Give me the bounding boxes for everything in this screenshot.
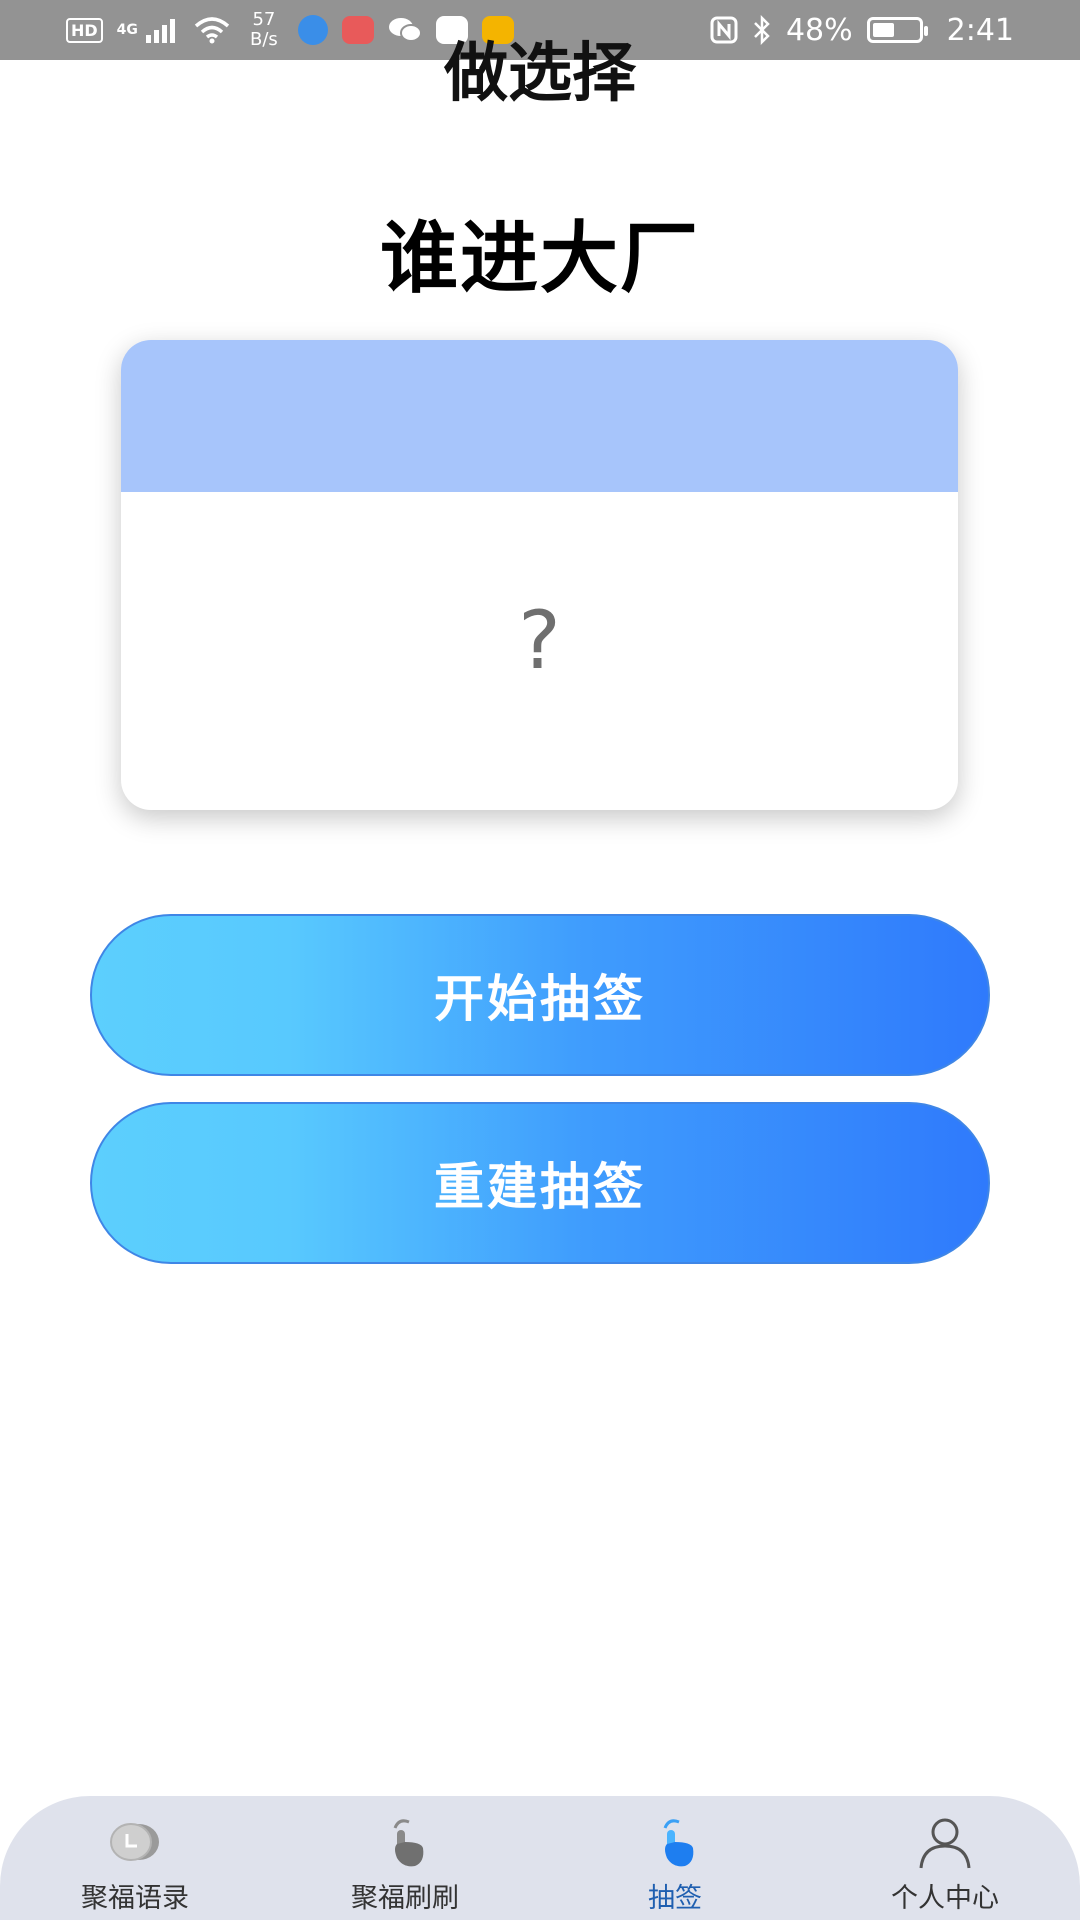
result-card: ? <box>121 340 958 810</box>
tab-profile[interactable]: 个人中心 <box>810 1796 1080 1920</box>
result-card-header <box>121 340 958 492</box>
page-title: 做选择 <box>444 37 636 111</box>
rebuild-draw-button[interactable]: 重建抽签 <box>90 1102 990 1264</box>
tap-hand-icon <box>663 1819 694 1867</box>
tab-label: 聚福语录 <box>81 1883 189 1914</box>
bottom-tab-bar: 聚福语录 聚福刷刷 抽签 个人中心 <box>0 1796 1080 1920</box>
user-icon <box>919 1818 971 1869</box>
draw-result: ? <box>518 593 561 687</box>
tab-label: 个人中心 <box>891 1883 999 1914</box>
tab-label: 抽签 <box>648 1883 702 1914</box>
tab-swipe[interactable]: 聚福刷刷 <box>270 1796 540 1920</box>
result-card-body: ? <box>121 492 958 810</box>
screen: HD 4G 57 B/s 48% 2:41 做选择 谁进大厂 ? 开始抽签 重建… <box>0 0 1080 1920</box>
tab-label: 聚福刷刷 <box>351 1883 459 1914</box>
draw-topic: 谁进大厂 <box>379 214 700 304</box>
coin-icon <box>110 1823 159 1861</box>
tab-draw[interactable]: 抽签 <box>540 1796 810 1920</box>
start-draw-button[interactable]: 开始抽签 <box>90 914 990 1076</box>
tap-hand-icon <box>393 1819 424 1867</box>
tab-quotes[interactable]: 聚福语录 <box>0 1796 270 1920</box>
